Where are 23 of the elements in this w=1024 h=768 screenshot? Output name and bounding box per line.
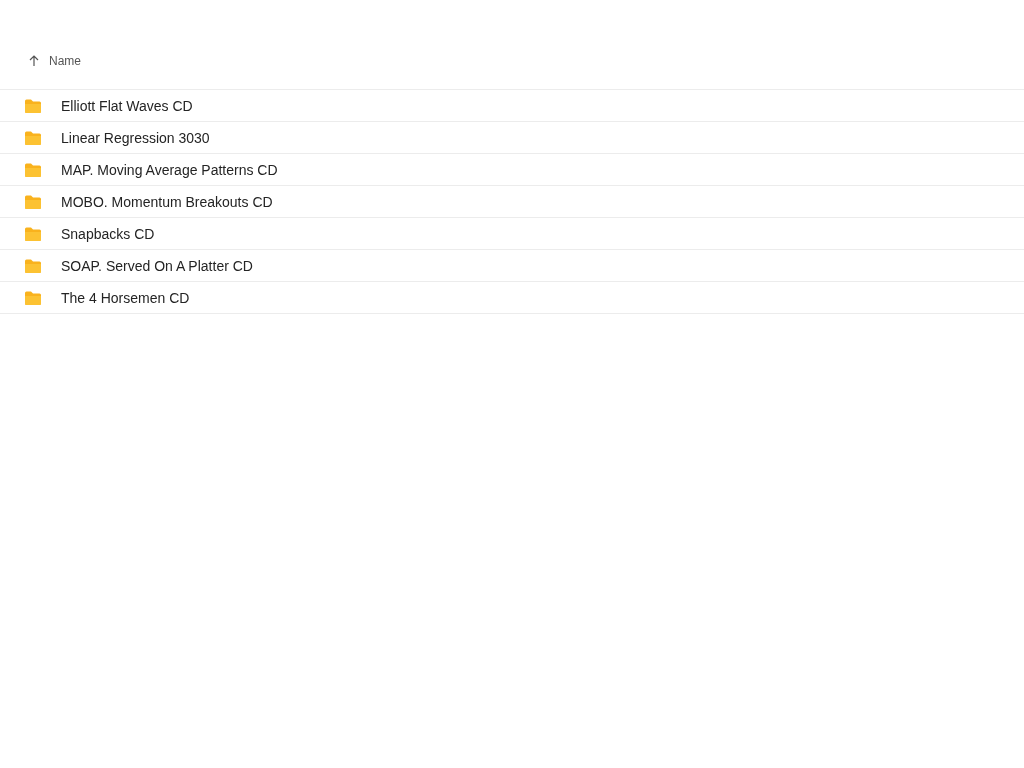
folder-row[interactable]: MOBO. Momentum Breakouts CD — [0, 186, 1024, 218]
folder-name: MOBO. Momentum Breakouts CD — [61, 193, 273, 210]
folder-name: Snapbacks CD — [61, 225, 155, 242]
folder-name: Elliott Flat Waves CD — [61, 97, 193, 114]
folder-icon — [24, 193, 42, 210]
sort-arrow-icon — [29, 55, 39, 67]
folder-icon — [24, 225, 42, 242]
folder-icon — [24, 289, 42, 306]
folder-name: MAP. Moving Average Patterns CD — [61, 161, 278, 178]
folder-name: The 4 Horsemen CD — [61, 289, 190, 306]
folder-icon — [24, 129, 42, 146]
folder-icon — [24, 161, 42, 178]
folder-name: Linear Regression 3030 — [61, 129, 210, 146]
folder-row[interactable]: MAP. Moving Average Patterns CD — [0, 154, 1024, 186]
folder-row[interactable]: Linear Regression 3030 — [0, 122, 1024, 154]
folder-icon — [24, 257, 42, 274]
folder-row[interactable]: Snapbacks CD — [0, 218, 1024, 250]
folder-row[interactable]: The 4 Horsemen CD — [0, 282, 1024, 314]
folder-row[interactable]: SOAP. Served On A Platter CD — [0, 250, 1024, 282]
folder-name: SOAP. Served On A Platter CD — [61, 257, 253, 274]
column-header[interactable]: Name — [0, 50, 81, 68]
folder-row[interactable]: Elliott Flat Waves CD — [0, 90, 1024, 122]
folder-icon — [24, 97, 42, 114]
